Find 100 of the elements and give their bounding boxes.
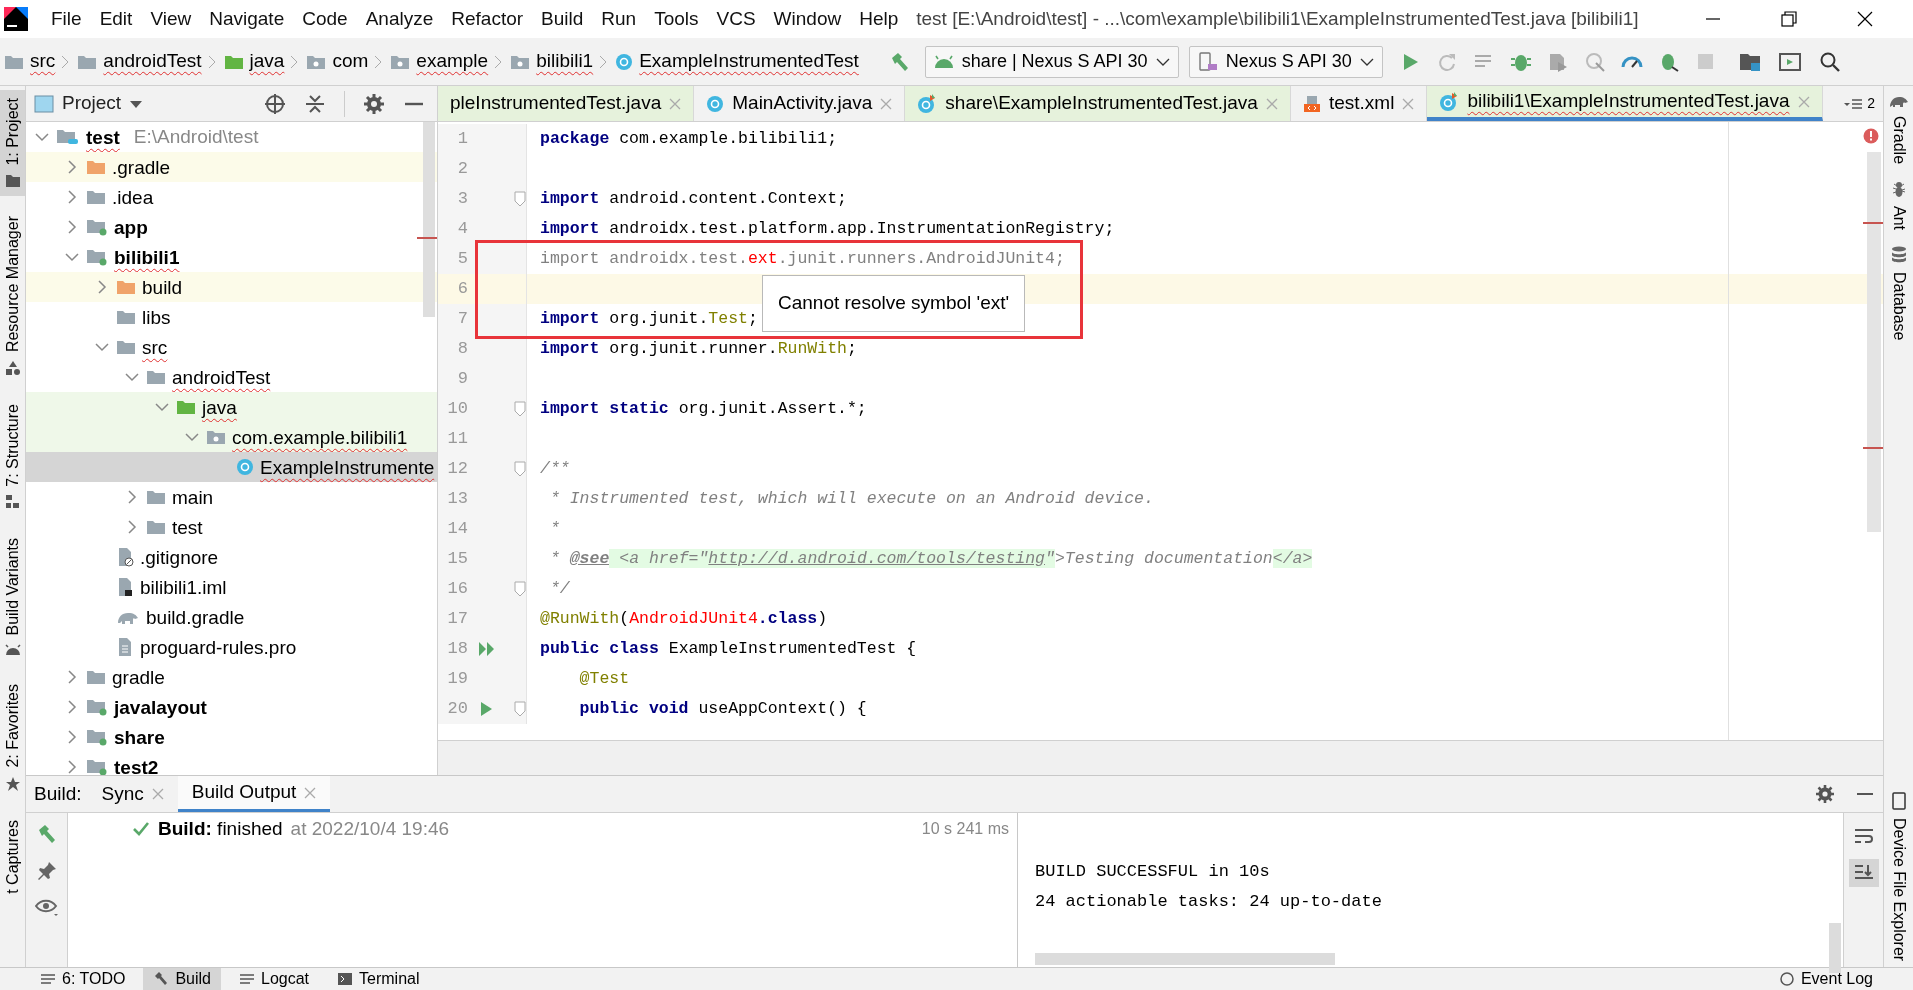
tree-item[interactable]: test2 xyxy=(26,752,437,775)
class-icon xyxy=(236,458,254,476)
run-icon[interactable] xyxy=(478,701,494,717)
fold-marker-icon[interactable] xyxy=(514,461,526,477)
menu-item[interactable]: Code xyxy=(293,4,357,34)
build-status-text[interactable]: Build: finished xyxy=(158,814,283,844)
restore-icon[interactable] xyxy=(1781,11,1797,27)
tree-item[interactable]: bilibili1.iml xyxy=(26,572,437,602)
screen-icon[interactable] xyxy=(1778,50,1801,73)
eye-icon[interactable] xyxy=(34,897,59,917)
device-dropdown[interactable]: Nexus S API 30 xyxy=(1188,45,1383,78)
tool-window-button[interactable]: Device File Explorer xyxy=(1886,817,1911,961)
tool-window-button[interactable]: 6: TODO xyxy=(30,968,136,990)
code-line: * xyxy=(548,517,560,540)
tree-item[interactable]: main xyxy=(26,482,437,512)
profiler-icon[interactable] xyxy=(1583,50,1606,73)
scrollbar[interactable] xyxy=(1867,152,1881,532)
menu-item[interactable]: Window xyxy=(764,4,851,34)
run-configuration-dropdown[interactable]: share | Nexus S API 30 xyxy=(924,45,1179,78)
tool-window-button[interactable]: 2: Favorites xyxy=(0,675,25,800)
tree-item[interactable]: .gitignore xyxy=(26,542,437,572)
tree-item[interactable]: bilibili1 xyxy=(26,242,437,272)
tree-item[interactable]: com.example.bilibili1 xyxy=(26,422,437,452)
breadcrumb-item[interactable]: src xyxy=(30,47,56,76)
tree-item[interactable]: androidTest xyxy=(26,362,437,392)
collapse-all-icon[interactable] xyxy=(304,92,326,115)
tool-window-button[interactable]: 7: Structure xyxy=(0,395,25,519)
breadcrumb-item[interactable]: example xyxy=(416,47,489,76)
tree-item[interactable]: java xyxy=(26,392,437,422)
tool-window-button[interactable]: Logcat xyxy=(229,968,320,990)
code-line: import androidx.test.ext.junit.runners.AndroidJUnit4; xyxy=(539,247,1065,270)
scrollbar[interactable] xyxy=(1829,923,1841,973)
fold-marker-icon[interactable] xyxy=(514,581,526,597)
tool-window-button[interactable]: Build Variants xyxy=(0,530,25,664)
menu-item[interactable]: Analyze xyxy=(356,4,443,34)
search-icon[interactable] xyxy=(1818,50,1841,73)
code-line: */ xyxy=(548,577,570,600)
tool-window-button[interactable]: Terminal xyxy=(327,968,430,990)
menu-item[interactable]: VCS xyxy=(707,4,765,34)
tree-item[interactable]: .idea xyxy=(26,182,437,212)
tool-window-button[interactable]: 1: Project xyxy=(0,90,25,196)
tool-window-button[interactable]: t Captures xyxy=(0,811,25,902)
android-icon xyxy=(4,643,21,656)
tool-window-button[interactable]: Gradle xyxy=(1886,116,1911,165)
breadcrumb-item[interactable]: bilibili1 xyxy=(536,47,594,76)
pin-icon[interactable] xyxy=(36,861,57,881)
menu-item[interactable]: Build xyxy=(532,4,593,34)
timestamp: at 2022/10/4 19:46 xyxy=(290,816,450,841)
breadcrumb-item[interactable]: androidTest xyxy=(103,47,202,76)
tree-item[interactable]: libs xyxy=(26,302,437,332)
run-all-icon[interactable] xyxy=(478,641,496,657)
menu-item[interactable]: Help xyxy=(850,4,908,34)
menu-item[interactable]: Run xyxy=(592,4,646,34)
fold-marker-icon[interactable] xyxy=(514,401,526,417)
line-number: 3 xyxy=(456,188,469,211)
editor-tab[interactable]: pleInstrumentedTest.java xyxy=(438,86,695,121)
fold-marker-icon[interactable] xyxy=(514,191,526,207)
close-icon[interactable] xyxy=(1857,11,1873,27)
tree-item[interactable]: src xyxy=(26,332,437,362)
menu-item[interactable]: File xyxy=(42,4,91,34)
tree-item[interactable]: .gradle xyxy=(26,152,437,182)
menu-item[interactable]: Refactor xyxy=(442,4,533,34)
scrollbar[interactable] xyxy=(423,122,435,317)
breadcrumb-item[interactable]: ExampleInstrumentedTest xyxy=(639,47,859,76)
menu-item[interactable]: Tools xyxy=(645,4,708,34)
tree-item[interactable]: app xyxy=(26,212,437,242)
breadcrumb-item[interactable]: java xyxy=(249,47,285,76)
line-number: 2 xyxy=(456,158,469,181)
breadcrumb-item[interactable]: com xyxy=(332,47,369,76)
scrollbar[interactable] xyxy=(1035,953,1335,965)
settings-icon[interactable] xyxy=(1815,784,1835,804)
tool-window-button[interactable]: Ant xyxy=(1886,206,1911,231)
tree-item[interactable]: gradle xyxy=(26,662,437,692)
menu-item[interactable]: Edit xyxy=(90,4,142,34)
menu-item[interactable]: View xyxy=(141,4,201,34)
settings-icon[interactable] xyxy=(363,92,385,115)
editor-tab[interactable]: bilibili1\ExampleInstrumentedTest.java xyxy=(1427,86,1823,121)
panel-tab[interactable]: Build Output xyxy=(177,776,331,812)
tool-window-button[interactable]: Build xyxy=(143,968,221,990)
tree-item[interactable]: proguard-rules.pro xyxy=(26,632,437,662)
editor-tab[interactable]: share\ExampleInstrumentedTest.java xyxy=(905,86,1291,121)
tool-window-button[interactable]: Resource Manager xyxy=(0,207,25,384)
tree-item[interactable]: javalayout xyxy=(26,692,437,722)
console-line: 24 actionable tasks: 24 up-to-date xyxy=(1035,891,1382,913)
menu-item[interactable]: Navigate xyxy=(200,4,294,34)
error-icon[interactable] xyxy=(1863,128,1879,144)
tree-item[interactable]: test E:\Android\test xyxy=(26,122,437,152)
tree-item[interactable]: build xyxy=(26,272,437,302)
tree-item[interactable]: build.gradle xyxy=(26,602,437,632)
tool-window-button[interactable]: Database xyxy=(1886,272,1911,341)
tree-item[interactable]: share xyxy=(26,722,437,752)
folder-icon xyxy=(4,173,21,188)
locate-icon[interactable] xyxy=(264,92,286,115)
panel-tab[interactable]: Sync xyxy=(87,776,178,812)
line-number: 8 xyxy=(456,338,469,361)
tree-item[interactable]: test xyxy=(26,512,437,542)
tab-overflow-button[interactable]: 2 xyxy=(1835,86,1883,121)
event-log-button[interactable]: Event Log xyxy=(1768,968,1883,990)
fold-marker-icon[interactable] xyxy=(514,701,526,717)
tree-item[interactable]: ExampleInstrumente xyxy=(26,452,437,482)
